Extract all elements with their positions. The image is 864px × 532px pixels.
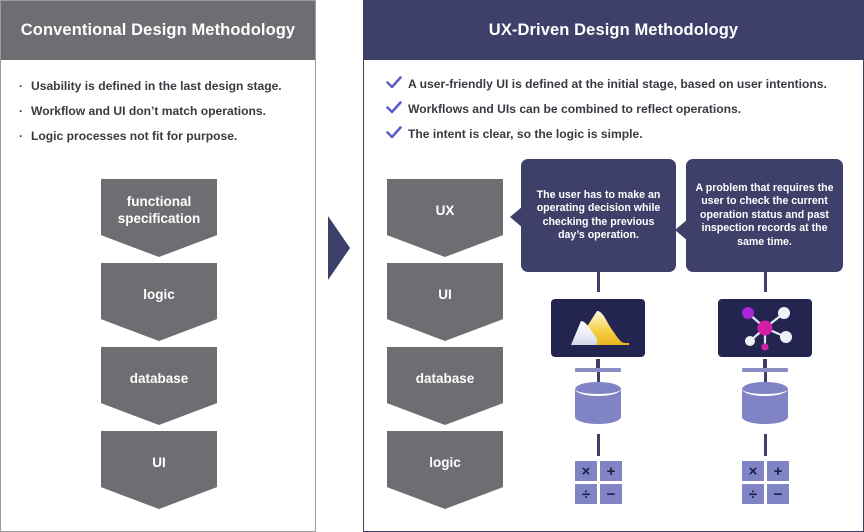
check-icon [386, 101, 408, 115]
connector-line [597, 434, 600, 456]
operator-divide-icon: ÷ [742, 484, 764, 504]
operator-plus-icon: + [600, 461, 622, 481]
callout-text: The user has to make an operating decisi… [536, 188, 661, 241]
flow-step-label: database [415, 370, 475, 386]
list-item-label: Usability is defined in the last design … [31, 79, 282, 93]
monitor-screen [551, 299, 645, 357]
list-item: · Workflow and UI don’t match operations… [19, 104, 282, 118]
flow-step-ux: UX [387, 179, 503, 257]
list-item: · Usability is defined in the last desig… [19, 79, 282, 93]
bullet-dot-icon: · [19, 79, 23, 93]
diagram-root: Conventional Design Methodology · Usabil… [0, 0, 864, 532]
list-item: The intent is clear, so the logic is sim… [386, 126, 827, 141]
flow-step-database: database [387, 347, 503, 425]
operator-multiply-icon: × [575, 461, 597, 481]
list-item: · Logic processes not fit for purpose. [19, 129, 282, 143]
ux-driven-panel: UX-Driven Design Methodology A user-frie… [363, 0, 864, 532]
operator-minus-icon: − [600, 484, 622, 504]
operator-multiply-icon: × [742, 461, 764, 481]
list-item-label: Workflows and UIs can be combined to ref… [408, 102, 742, 116]
list-item-label: A user-friendly UI is defined at the ini… [408, 77, 827, 91]
monitor-neck [596, 359, 600, 368]
conventional-panel: Conventional Design Methodology · Usabil… [0, 0, 316, 532]
list-item-label: The intent is clear, so the logic is sim… [408, 127, 643, 141]
monitor-base [575, 368, 621, 372]
check-icon [386, 76, 408, 90]
monitor-screen [718, 299, 812, 357]
connector-line [764, 272, 767, 292]
connector-line [764, 434, 767, 456]
callout-text: A problem that requires the user to chec… [695, 181, 834, 248]
ux-driven-panel-title: UX-Driven Design Methodology [364, 1, 863, 60]
monitor-neck [763, 359, 767, 368]
list-item: Workflows and UIs can be combined to ref… [386, 101, 827, 116]
flow-step-label: UI [438, 286, 452, 302]
operator-divide-icon: ÷ [575, 484, 597, 504]
conventional-bullet-list: · Usability is defined in the last desig… [19, 79, 282, 154]
flow-step-label: UI [152, 454, 166, 470]
flow-step-database: database [101, 347, 217, 425]
operator-plus-icon: + [767, 461, 789, 481]
callout-tail-icon [510, 206, 523, 228]
operators-icon-group: × + ÷ − [742, 461, 789, 504]
flow-step-ui: UI [387, 263, 503, 341]
check-icon [386, 126, 408, 140]
flow-step-label: database [129, 370, 189, 386]
flow-step-ui: UI [101, 431, 217, 509]
cylinder-top [575, 382, 621, 396]
list-item-label: Logic processes not fit for purpose. [31, 129, 238, 143]
database-cylinder-icon [742, 382, 788, 424]
operator-minus-icon: − [767, 484, 789, 504]
monitor-base [742, 368, 788, 372]
callout-inspection-records: A problem that requires the user to chec… [686, 159, 843, 272]
bullet-dot-icon: · [19, 104, 23, 118]
ux-driven-bullet-list: A user-friendly UI is defined at the ini… [386, 76, 827, 152]
flow-step-logic: logic [101, 263, 217, 341]
bullet-dot-icon: · [19, 129, 23, 143]
network-graph-monitor-icon [718, 299, 812, 372]
flow-step-label: logic [143, 286, 175, 302]
database-cylinder-icon [575, 382, 621, 424]
callout-user-decision: The user has to make an operating decisi… [521, 159, 676, 272]
flow-step-logic: logic [387, 431, 503, 509]
flow-step-functional-specification: functional specification [101, 179, 217, 257]
list-item-label: Workflow and UI don’t match operations. [31, 104, 266, 118]
cylinder-top [742, 382, 788, 396]
right-arrow-icon [328, 216, 350, 280]
area-chart-monitor-icon [551, 299, 645, 372]
conventional-panel-title: Conventional Design Methodology [1, 1, 315, 60]
list-item: A user-friendly UI is defined at the ini… [386, 76, 827, 91]
flow-step-label: functional specification [117, 194, 201, 226]
connector-line [597, 272, 600, 292]
operators-icon-group: × + ÷ − [575, 461, 622, 504]
flow-step-label: UX [435, 202, 455, 218]
flow-step-label: logic [429, 454, 461, 470]
callout-tail-icon [675, 219, 688, 241]
